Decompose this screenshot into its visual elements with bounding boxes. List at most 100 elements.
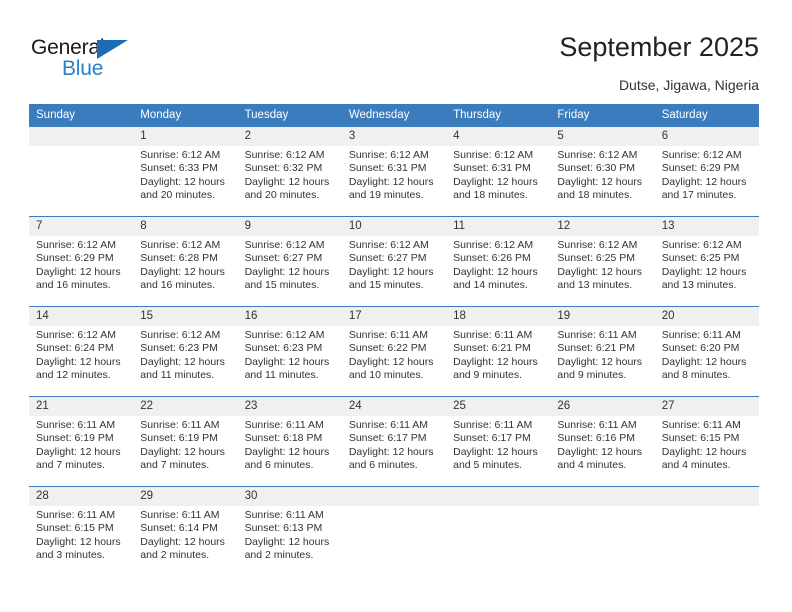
daylight-duration-line1: Daylight: 12 hours bbox=[36, 355, 121, 368]
day-details bbox=[446, 506, 550, 562]
calendar-day-cell[interactable]: 22 Sunrise: 6:11 AM Sunset: 6:19 PM Dayligh… bbox=[133, 396, 238, 487]
sunset-time: Sunset: 6:16 PM bbox=[557, 432, 636, 445]
daylight-duration-line2: and 12 minutes. bbox=[36, 368, 111, 381]
day-details: Sunrise: 6:11 AM Sunset: 6:20 PM Daylight:… bbox=[655, 326, 759, 382]
day-number: 8 bbox=[133, 217, 238, 236]
day-details: Sunrise: 6:11 AM Sunset: 6:17 PM Daylight:… bbox=[446, 416, 550, 472]
day-details: Sunrise: 6:12 AM Sunset: 6:23 PM Daylight:… bbox=[238, 326, 342, 382]
day-number: 18 bbox=[446, 307, 551, 326]
calendar-day-cell[interactable]: 4 Sunrise: 6:12 AM Sunset: 6:31 PM Daylight… bbox=[446, 126, 551, 217]
calendar-day-cell[interactable]: 2 Sunrise: 6:12 AM Sunset: 6:32 PM Daylight… bbox=[237, 126, 342, 217]
daylight-duration-line1: Daylight: 12 hours bbox=[348, 445, 434, 458]
sunrise-time: Sunrise: 6:12 AM bbox=[661, 239, 742, 251]
day-number: 10 bbox=[341, 217, 447, 236]
calendar-day-cell[interactable]: 19 Sunrise: 6:11 AM Sunset: 6:21 PM Dayligh… bbox=[550, 306, 655, 397]
calendar-week-row: 7 Sunrise: 6:12 AM Sunset: 6:29 PM Daylight… bbox=[29, 216, 759, 307]
sunset-time: Sunset: 6:30 PM bbox=[557, 162, 636, 175]
calendar-day-cell[interactable]: 10 Sunrise: 6:12 AM Sunset: 6:27 PM Dayligh… bbox=[341, 216, 447, 307]
day-details: Sunrise: 6:12 AM Sunset: 6:29 PM Daylight:… bbox=[655, 146, 759, 202]
calendar-day-cell[interactable]: 23 Sunrise: 6:11 AM Sunset: 6:18 PM Dayligh… bbox=[237, 396, 342, 487]
logo-text-blue: Blue bbox=[62, 57, 104, 80]
day-number bbox=[29, 127, 134, 146]
calendar-week-row: 21 Sunrise: 6:11 AM Sunset: 6:19 PM Dayligh… bbox=[29, 396, 759, 487]
daylight-duration-line1: Daylight: 12 hours bbox=[244, 355, 330, 368]
daylight-duration-line1: Daylight: 12 hours bbox=[140, 535, 225, 548]
daylight-duration-line2: and 10 minutes. bbox=[348, 368, 424, 381]
page-title: September 2025 bbox=[559, 32, 759, 62]
daylight-duration-line1: Daylight: 12 hours bbox=[244, 265, 330, 278]
sunrise-time: Sunrise: 6:11 AM bbox=[661, 419, 741, 431]
sunrise-sunset-calendar-table: Sunday Monday Tuesday Wednesday Thursday… bbox=[29, 104, 759, 576]
calendar-day-cell[interactable]: 18 Sunrise: 6:11 AM Sunset: 6:21 PM Dayligh… bbox=[446, 306, 551, 397]
general-blue-logo[interactable]: General Blue bbox=[31, 36, 151, 82]
calendar-day-cell[interactable]: 3 Sunrise: 6:12 AM Sunset: 6:31 PM Daylight… bbox=[341, 126, 447, 217]
calendar-day-cell[interactable]: 9 Sunrise: 6:12 AM Sunset: 6:27 PM Daylight… bbox=[237, 216, 342, 307]
sunrise-time: Sunrise: 6:12 AM bbox=[453, 149, 534, 161]
sunrise-time: Sunrise: 6:12 AM bbox=[140, 239, 221, 251]
calendar-day-cell[interactable]: 21 Sunrise: 6:11 AM Sunset: 6:19 PM Dayligh… bbox=[29, 396, 134, 487]
calendar-day-cell[interactable]: 24 Sunrise: 6:11 AM Sunset: 6:17 PM Dayligh… bbox=[341, 396, 447, 487]
calendar-empty-cell bbox=[29, 126, 134, 217]
day-details: Sunrise: 6:12 AM Sunset: 6:32 PM Daylight:… bbox=[238, 146, 342, 202]
day-number: 25 bbox=[446, 397, 551, 416]
daylight-duration-line2: and 4 minutes. bbox=[661, 458, 731, 471]
daylight-duration-line2: and 15 minutes. bbox=[348, 278, 424, 291]
daylight-duration-line2: and 4 minutes. bbox=[557, 458, 627, 471]
calendar-day-cell[interactable]: 14 Sunrise: 6:12 AM Sunset: 6:24 PM Dayligh… bbox=[29, 306, 134, 397]
day-number: 5 bbox=[550, 127, 655, 146]
day-number: 11 bbox=[446, 217, 551, 236]
calendar-empty-cell bbox=[446, 486, 551, 576]
day-details: Sunrise: 6:11 AM Sunset: 6:14 PM Daylight:… bbox=[133, 506, 237, 562]
daylight-duration-line2: and 8 minutes. bbox=[661, 368, 731, 381]
calendar-day-cell[interactable]: 28 Sunrise: 6:11 AM Sunset: 6:15 PM Dayligh… bbox=[29, 486, 134, 576]
calendar-day-cell[interactable]: 8 Sunrise: 6:12 AM Sunset: 6:28 PM Daylight… bbox=[133, 216, 238, 307]
calendar-day-cell[interactable]: 16 Sunrise: 6:12 AM Sunset: 6:23 PM Dayligh… bbox=[237, 306, 342, 397]
daylight-duration-line1: Daylight: 12 hours bbox=[244, 535, 330, 548]
day-number: 16 bbox=[237, 307, 342, 326]
calendar-day-cell[interactable]: 25 Sunrise: 6:11 AM Sunset: 6:17 PM Dayligh… bbox=[446, 396, 551, 487]
sunrise-time: Sunrise: 6:11 AM bbox=[140, 509, 220, 521]
daylight-duration-line1: Daylight: 12 hours bbox=[557, 445, 643, 458]
calendar-day-cell[interactable]: 6 Sunrise: 6:12 AM Sunset: 6:29 PM Daylight… bbox=[654, 126, 759, 217]
calendar-day-cell[interactable]: 12 Sunrise: 6:12 AM Sunset: 6:25 PM Dayligh… bbox=[550, 216, 655, 307]
calendar-day-cell[interactable]: 30 Sunrise: 6:11 AM Sunset: 6:13 PM Dayligh… bbox=[237, 486, 342, 576]
daylight-duration-line2: and 7 minutes. bbox=[36, 458, 105, 471]
day-number: 3 bbox=[341, 127, 447, 146]
sunset-time: Sunset: 6:27 PM bbox=[244, 252, 323, 265]
calendar-day-cell[interactable]: 26 Sunrise: 6:11 AM Sunset: 6:16 PM Dayligh… bbox=[550, 396, 655, 487]
day-details: Sunrise: 6:11 AM Sunset: 6:21 PM Daylight:… bbox=[550, 326, 654, 382]
day-number bbox=[654, 487, 759, 506]
daylight-duration-line2: and 13 minutes. bbox=[557, 278, 633, 291]
day-number: 13 bbox=[654, 217, 759, 236]
day-details: Sunrise: 6:11 AM Sunset: 6:21 PM Daylight:… bbox=[446, 326, 550, 382]
sunset-time: Sunset: 6:27 PM bbox=[348, 252, 427, 265]
calendar-day-cell[interactable]: 7 Sunrise: 6:12 AM Sunset: 6:29 PM Daylight… bbox=[29, 216, 134, 307]
calendar-day-cell[interactable]: 15 Sunrise: 6:12 AM Sunset: 6:23 PM Dayligh… bbox=[133, 306, 238, 397]
sunrise-time: Sunrise: 6:12 AM bbox=[244, 239, 325, 251]
sunset-time: Sunset: 6:25 PM bbox=[557, 252, 636, 265]
day-details: Sunrise: 6:11 AM Sunset: 6:19 PM Daylight:… bbox=[29, 416, 133, 472]
calendar-day-cell[interactable]: 27 Sunrise: 6:11 AM Sunset: 6:15 PM Dayligh… bbox=[654, 396, 759, 487]
calendar-day-cell[interactable]: 5 Sunrise: 6:12 AM Sunset: 6:30 PM Daylight… bbox=[550, 126, 655, 217]
day-details: Sunrise: 6:12 AM Sunset: 6:25 PM Daylight:… bbox=[550, 236, 654, 292]
calendar-day-cell[interactable]: 1 Sunrise: 6:12 AM Sunset: 6:33 PM Daylight… bbox=[133, 126, 238, 217]
sunset-time: Sunset: 6:19 PM bbox=[140, 432, 218, 445]
sunrise-time: Sunrise: 6:12 AM bbox=[557, 149, 638, 161]
sunset-time: Sunset: 6:28 PM bbox=[140, 252, 218, 265]
calendar-day-cell[interactable]: 11 Sunrise: 6:12 AM Sunset: 6:26 PM Dayligh… bbox=[446, 216, 551, 307]
calendar-day-cell[interactable]: 20 Sunrise: 6:11 AM Sunset: 6:20 PM Dayligh… bbox=[654, 306, 759, 397]
daylight-duration-line2: and 18 minutes. bbox=[557, 188, 633, 201]
day-details: Sunrise: 6:12 AM Sunset: 6:27 PM Daylight:… bbox=[342, 236, 446, 292]
sunset-time: Sunset: 6:31 PM bbox=[348, 162, 427, 175]
calendar-day-cell[interactable]: 17 Sunrise: 6:11 AM Sunset: 6:22 PM Dayligh… bbox=[341, 306, 447, 397]
day-number: 19 bbox=[550, 307, 655, 326]
day-details: Sunrise: 6:11 AM Sunset: 6:18 PM Daylight:… bbox=[238, 416, 342, 472]
calendar-day-cell[interactable]: 29 Sunrise: 6:11 AM Sunset: 6:14 PM Dayligh… bbox=[133, 486, 238, 576]
day-details bbox=[342, 506, 446, 562]
calendar-day-cell[interactable]: 13 Sunrise: 6:12 AM Sunset: 6:25 PM Dayligh… bbox=[654, 216, 759, 307]
calendar-empty-cell bbox=[550, 486, 655, 576]
calendar-empty-cell bbox=[654, 486, 759, 576]
sunset-time: Sunset: 6:23 PM bbox=[140, 342, 218, 355]
sunset-time: Sunset: 6:18 PM bbox=[244, 432, 323, 445]
sunset-time: Sunset: 6:33 PM bbox=[140, 162, 218, 175]
